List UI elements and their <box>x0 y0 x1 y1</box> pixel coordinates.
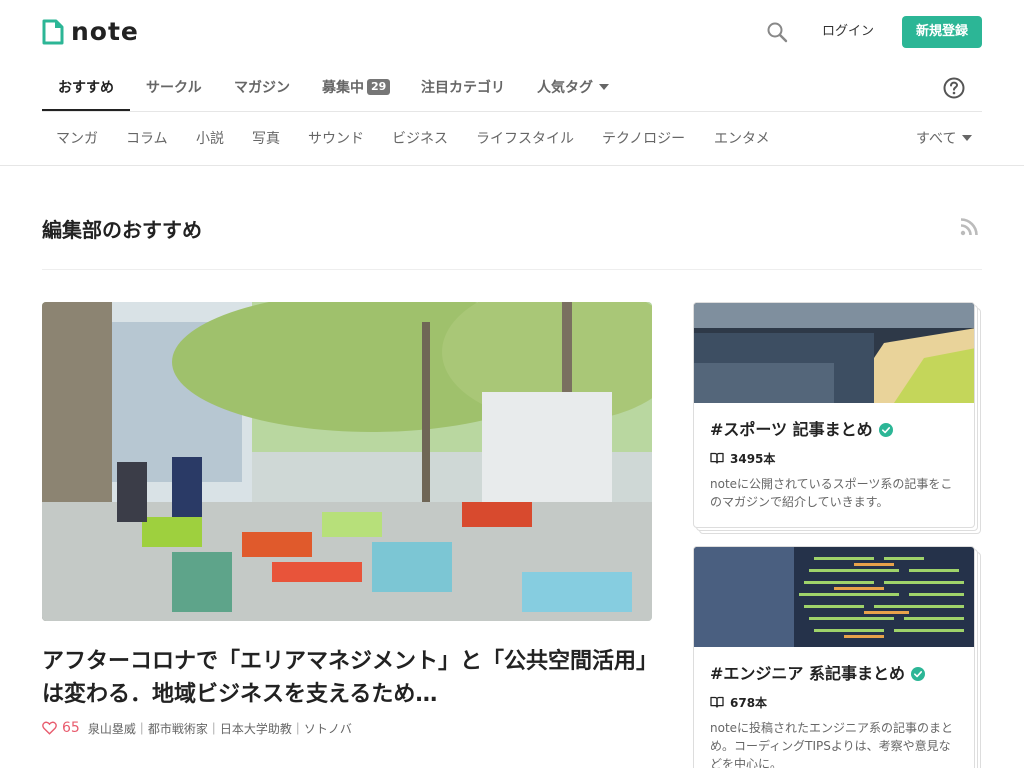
article-count: 3495本 <box>710 449 958 467</box>
article-count-text: 3495本 <box>730 451 776 466</box>
note-logo-icon <box>42 19 64 45</box>
magazine-title-text: #スポーツ 記事まとめ <box>710 420 873 439</box>
category-column[interactable]: コラム <box>126 113 168 166</box>
tab-recruiting[interactable]: 募集中 29 <box>306 64 406 112</box>
chevron-down-icon <box>599 84 609 90</box>
category-all-label: すべて <box>916 131 957 147</box>
section-divider <box>42 269 982 270</box>
category-technology[interactable]: テクノロジー <box>602 113 685 166</box>
signup-button[interactable]: 新規登録 <box>902 16 982 48</box>
magazine-card-stack: #スポーツ 記事まとめ 3495本 noteに公開されているスポーツ系の記事をこ… <box>693 302 983 536</box>
tab-circle[interactable]: サークル <box>130 64 218 112</box>
question-circle-icon[interactable] <box>943 77 965 99</box>
magazine-title: #エンジニア 系記事まとめ <box>710 663 958 685</box>
article-author[interactable]: 泉山塁威｜都市戦術家｜日本大学助教｜ソトノバ <box>88 720 352 737</box>
tab-label: おすすめ <box>58 80 114 96</box>
category-entertainment[interactable]: エンタメ <box>714 113 770 166</box>
active-tab-indicator <box>42 109 130 111</box>
chevron-down-icon <box>962 135 973 141</box>
magazine-cover-image <box>694 303 974 403</box>
featured-article-title[interactable]: アフターコロナで「エリアマネジメント」と「公共空間活用」は変わる．地域ビジネスを… <box>42 645 652 711</box>
primary-nav: おすすめ サークル マガジン 募集中 29 注目カテゴリ 人気タグ <box>42 64 982 112</box>
card-body: #エンジニア 系記事まとめ 678本 noteに投稿されたエンジニア系の記事のま… <box>694 647 974 768</box>
magazine-description: noteに公開されているスポーツ系の記事をこのマガジンで紹介していきます。 <box>710 477 953 509</box>
featured-article-image[interactable] <box>42 302 652 621</box>
like-count: 65 <box>62 720 80 736</box>
verified-check-icon <box>878 423 893 437</box>
login-button[interactable]: ログイン <box>810 17 886 47</box>
magazine-title: #スポーツ 記事まとめ <box>710 419 958 441</box>
rss-icon[interactable] <box>960 218 978 236</box>
category-manga[interactable]: マンガ <box>56 113 98 166</box>
tab-label: 注目カテゴリ <box>421 80 505 96</box>
category-photo[interactable]: 写真 <box>252 113 280 166</box>
category-business[interactable]: ビジネス <box>392 113 448 166</box>
heart-icon[interactable] <box>42 721 57 735</box>
tab-label: 募集中 <box>322 80 364 96</box>
tab-magazine[interactable]: マガジン <box>218 64 306 112</box>
featured-article-meta: 65 泉山塁威｜都市戦術家｜日本大学助教｜ソトノバ <box>42 719 352 737</box>
note-logo[interactable]: note <box>42 19 139 45</box>
card-body: #スポーツ 記事まとめ 3495本 noteに公開されているスポーツ系の記事をこ… <box>694 403 974 511</box>
magazine-card[interactable]: #エンジニア 系記事まとめ 678本 noteに投稿されたエンジニア系の記事のま… <box>693 546 975 768</box>
category-all-dropdown[interactable]: すべて <box>916 113 973 166</box>
article-count-text: 678本 <box>730 695 768 710</box>
verified-check-icon <box>910 667 925 681</box>
magazine-title-text: #エンジニア 系記事まとめ <box>710 664 905 683</box>
category-sound[interactable]: サウンド <box>308 113 364 166</box>
magazine-cover-image <box>694 547 974 647</box>
tab-label: 人気タグ <box>537 80 593 96</box>
site-header: note ログイン 新規登録 <box>0 0 1024 64</box>
tab-popular-tags[interactable]: 人気タグ <box>521 64 625 112</box>
tab-recommended[interactable]: おすすめ <box>42 64 130 112</box>
tab-label: マガジン <box>234 80 290 96</box>
magazine-description: noteに投稿されたエンジニア系の記事のまとめ。コーディングTIPSよりは、考察… <box>710 721 954 768</box>
book-icon <box>710 452 724 464</box>
category-nav: マンガ コラム 小説 写真 サウンド ビジネス ライフスタイル テクノロジー エ… <box>0 113 1024 166</box>
tab-featured-categories[interactable]: 注目カテゴリ <box>405 64 521 112</box>
search-icon[interactable] <box>766 21 788 43</box>
category-lifestyle[interactable]: ライフスタイル <box>476 113 574 166</box>
article-count: 678本 <box>710 693 958 711</box>
magazine-card[interactable]: #スポーツ 記事まとめ 3495本 noteに公開されているスポーツ系の記事をこ… <box>693 302 975 528</box>
recruiting-count-badge: 29 <box>367 79 391 95</box>
magazine-card-stack: #エンジニア 系記事まとめ 678本 noteに投稿されたエンジニア系の記事のま… <box>693 546 983 768</box>
book-icon <box>710 696 724 708</box>
tab-label: サークル <box>146 80 202 96</box>
section-title: 編集部のおすすめ <box>42 218 202 242</box>
logo-text: note <box>71 17 139 46</box>
category-novel[interactable]: 小説 <box>196 113 224 166</box>
